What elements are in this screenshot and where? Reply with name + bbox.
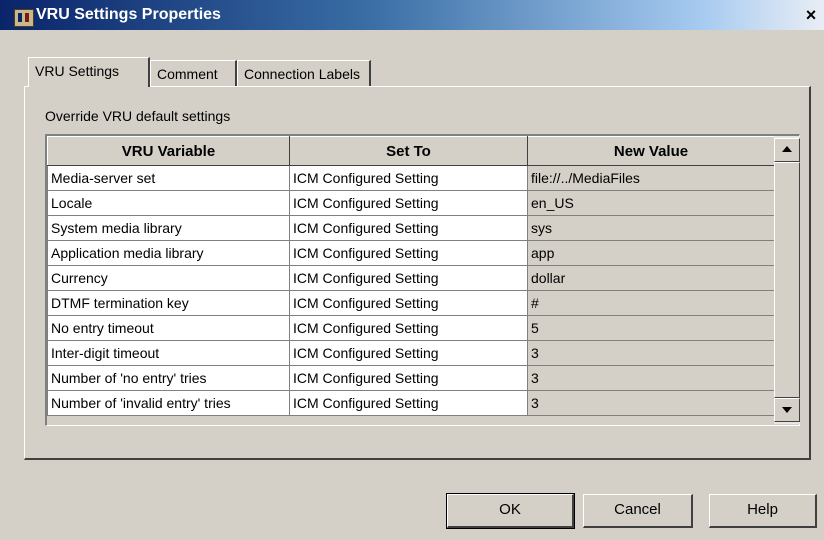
scroll-up-button[interactable] [774,138,800,162]
scroll-down-button[interactable] [774,398,800,422]
new-value-cell[interactable]: sys [527,215,775,241]
column-header-vru-variable[interactable]: VRU Variable [47,136,290,166]
new-value-cell[interactable]: 3 [527,390,775,416]
table-row[interactable]: DTMF termination key ICM Configured Sett… [47,290,775,316]
variable-cell[interactable]: Currency [47,265,290,291]
vru-app-icon [14,9,34,27]
new-value-cell[interactable]: 3 [527,340,775,366]
set-to-cell[interactable]: ICM Configured Setting [289,290,528,316]
table-row[interactable]: Application media library ICM Configured… [47,240,775,266]
table-row[interactable]: Number of 'no entry' tries ICM Configure… [47,365,775,391]
new-value-cell[interactable]: app [527,240,775,266]
table-row[interactable]: No entry timeout ICM Configured Setting … [47,315,775,341]
table-row[interactable]: Media-server set ICM Configured Setting … [47,165,775,191]
set-to-cell[interactable]: ICM Configured Setting [289,365,528,391]
new-value-cell[interactable]: dollar [527,265,775,291]
set-to-cell[interactable]: ICM Configured Setting [289,215,528,241]
variable-cell[interactable]: Inter-digit timeout [47,340,290,366]
set-to-cell[interactable]: ICM Configured Setting [289,240,528,266]
tab-vru-settings[interactable]: VRU Settings [28,57,150,87]
column-header-set-to[interactable]: Set To [289,136,528,166]
set-to-cell[interactable]: ICM Configured Setting [289,390,528,416]
table-header-row: VRU Variable Set To New Value [47,136,775,166]
override-settings-label: Override VRU default settings [45,108,231,124]
variable-cell[interactable]: Locale [47,190,290,216]
new-value-cell[interactable]: file://../MediaFiles [527,165,775,191]
close-icon[interactable]: × [800,5,822,25]
table-row[interactable]: Currency ICM Configured Setting dollar [47,265,775,291]
new-value-cell[interactable]: en_US [527,190,775,216]
cancel-button[interactable]: Cancel [583,494,693,528]
variable-cell[interactable]: Number of 'invalid entry' tries [47,390,290,416]
tab-comment[interactable]: Comment [150,60,237,86]
variable-cell[interactable]: DTMF termination key [47,290,290,316]
set-to-cell[interactable]: ICM Configured Setting [289,340,528,366]
set-to-cell[interactable]: ICM Configured Setting [289,265,528,291]
ok-button[interactable]: OK [446,493,575,529]
table-row[interactable]: System media library ICM Configured Sett… [47,215,775,241]
help-button[interactable]: Help [709,494,817,528]
variable-cell[interactable]: No entry timeout [47,315,290,341]
tab-connection-labels[interactable]: Connection Labels [237,60,371,86]
variable-cell[interactable]: Media-server set [47,165,290,191]
vru-settings-grid: VRU Variable Set To New Value Media-serv… [45,134,800,426]
window-title: VRU Settings Properties [36,6,221,23]
column-header-new-value[interactable]: New Value [527,136,775,166]
new-value-cell[interactable]: # [527,290,775,316]
table-row[interactable]: Number of 'invalid entry' tries ICM Conf… [47,390,775,416]
variable-cell[interactable]: Number of 'no entry' tries [47,365,290,391]
table-row[interactable]: Locale ICM Configured Setting en_US [47,190,775,216]
settings-table: VRU Variable Set To New Value Media-serv… [47,136,775,416]
scrollbar-thumb[interactable] [774,162,800,398]
set-to-cell[interactable]: ICM Configured Setting [289,315,528,341]
scroll-down-arrow-icon [782,407,792,413]
vertical-scrollbar[interactable] [774,136,800,424]
table-row[interactable]: Inter-digit timeout ICM Configured Setti… [47,340,775,366]
variable-cell[interactable]: System media library [47,215,290,241]
new-value-cell[interactable]: 5 [527,315,775,341]
title-bar: VRU Settings Properties × [0,0,824,30]
new-value-cell[interactable]: 3 [527,365,775,391]
set-to-cell[interactable]: ICM Configured Setting [289,190,528,216]
set-to-cell[interactable]: ICM Configured Setting [289,165,528,191]
variable-cell[interactable]: Application media library [47,240,290,266]
scroll-up-arrow-icon [782,146,792,152]
